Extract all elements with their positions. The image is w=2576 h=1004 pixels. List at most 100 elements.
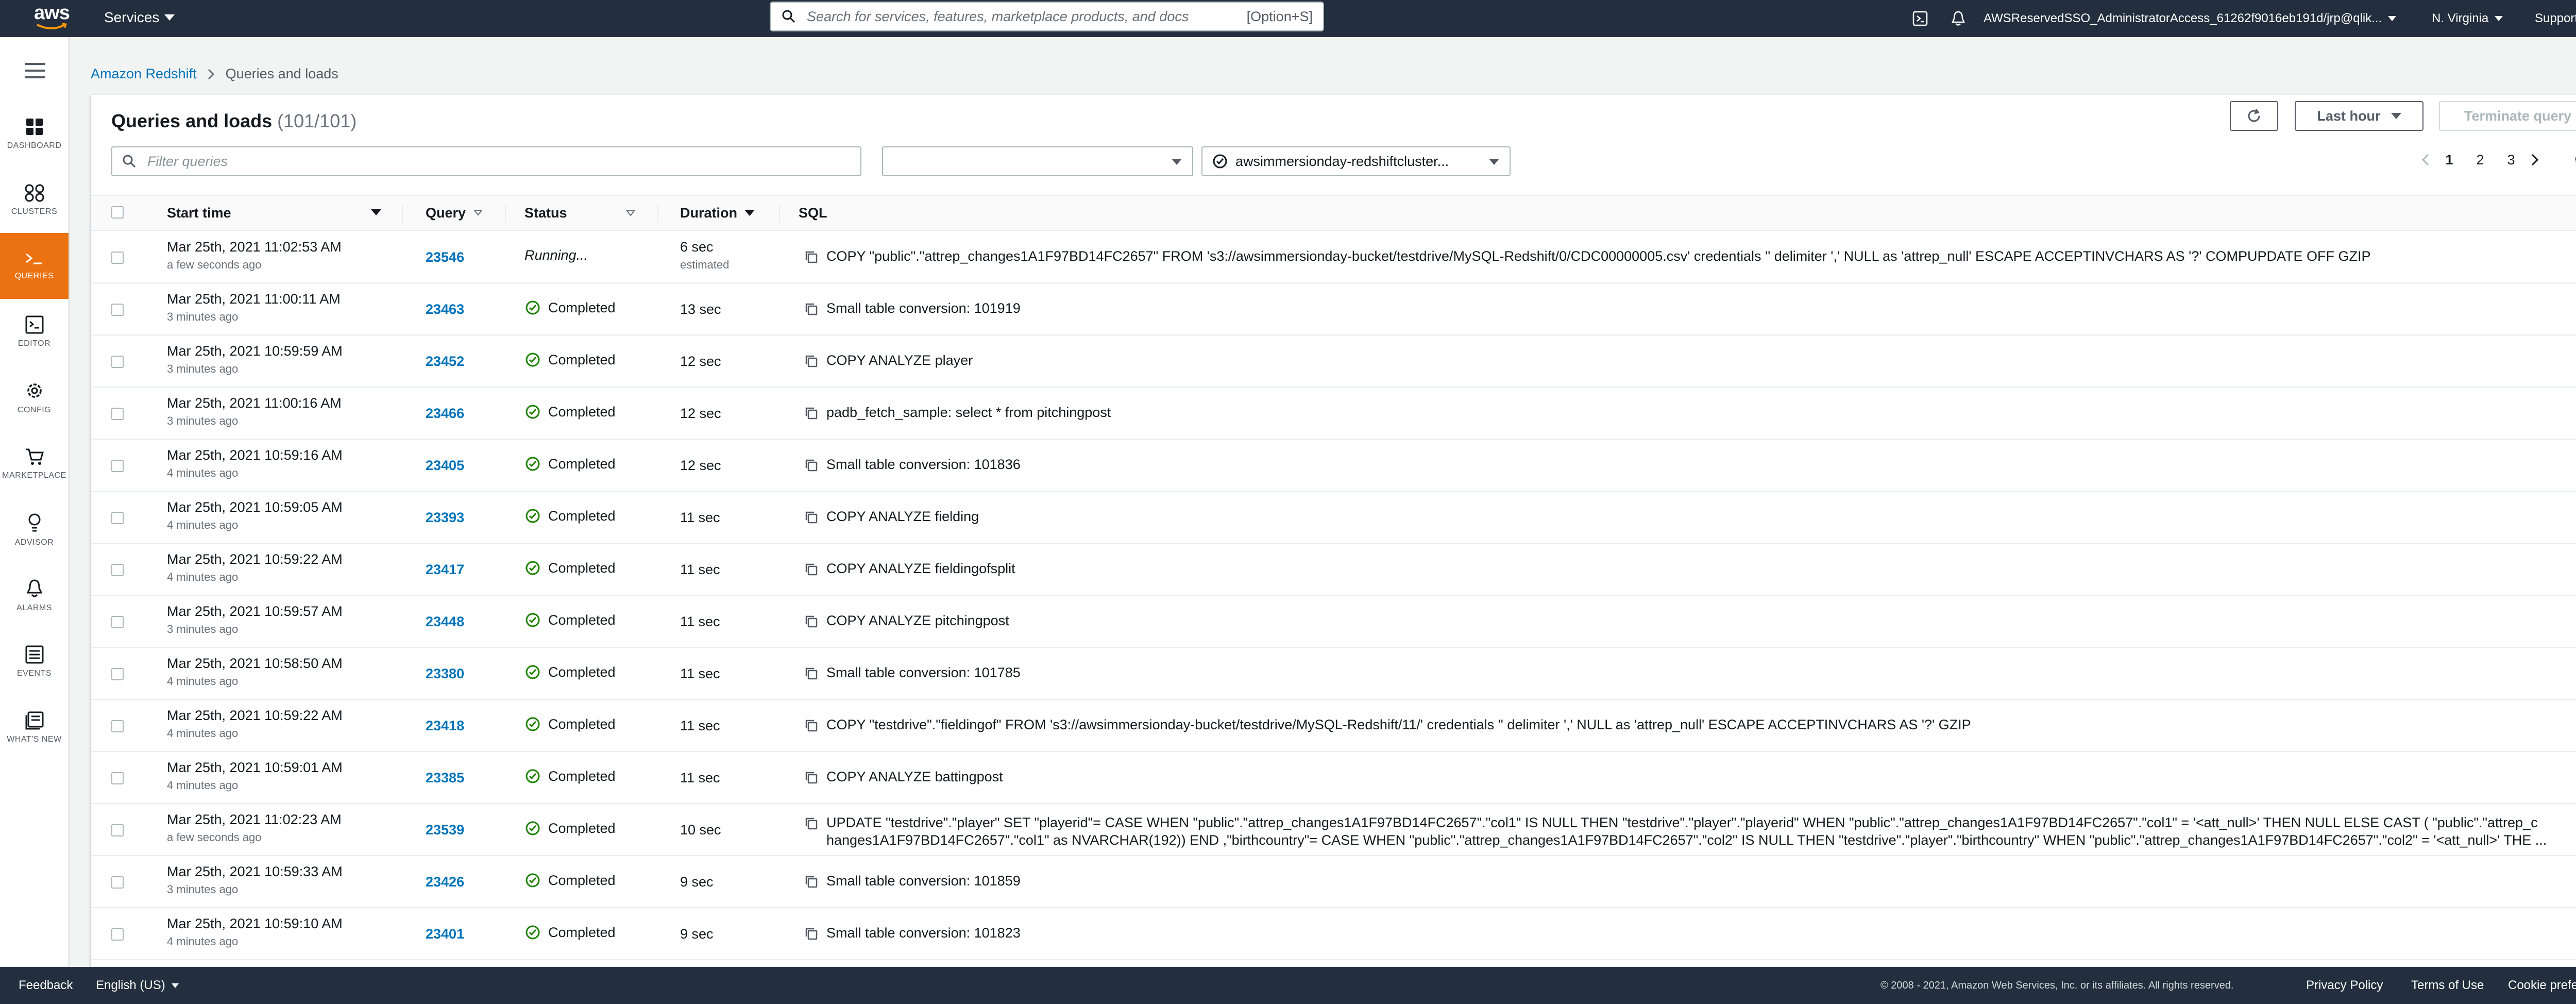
table-row[interactable]: Mar 25th, 2021 10:59:22 AM 4 minutes ago 2… [91,700,2576,752]
query-id-link[interactable]: 23463 [426,302,464,317]
sidebar-item-clusters[interactable]: CLUSTERS [0,167,69,233]
query-id-link[interactable]: 23426 [426,874,464,890]
table-row[interactable]: Mar 25th, 2021 10:59:57 AM 3 minutes ago 2… [91,596,2576,648]
sidebar-item-events[interactable]: EVENTS [0,629,69,695]
settings-gear-icon[interactable] [2573,150,2576,169]
copy-icon[interactable] [805,817,818,830]
column-header-sql[interactable]: SQL [799,196,827,230]
account-menu[interactable]: AWSReservedSSO_AdministratorAccess_61262… [1984,0,2397,37]
services-menu[interactable]: Services [104,9,175,26]
table-row[interactable]: Mar 25th, 2021 10:59:01 AM 4 minutes ago 2… [91,752,2576,804]
sort-icon[interactable] [625,209,636,217]
cookie-preferences-link[interactable]: Cookie preferences [2508,978,2576,993]
page-2[interactable]: 2 [2465,152,2496,168]
column-header-query[interactable]: Query [426,196,483,230]
copy-icon[interactable] [805,459,818,472]
support-menu[interactable]: Support [2535,0,2576,37]
row-checkbox[interactable] [111,408,124,420]
row-checkbox[interactable] [111,252,124,264]
copy-icon[interactable] [805,667,818,680]
row-checkbox[interactable] [111,616,124,628]
region-menu[interactable]: N. Virginia [2432,0,2503,37]
query-id-link[interactable]: 23385 [426,770,464,785]
global-search-input[interactable]: Search for services, features, marketpla… [770,2,1324,31]
row-checkbox[interactable] [111,512,124,524]
row-checkbox[interactable] [111,824,124,836]
row-checkbox[interactable] [111,460,124,472]
copy-icon[interactable] [805,407,818,420]
query-id-link[interactable]: 23380 [426,666,464,681]
filter-queries-input[interactable] [146,153,818,170]
query-id-link[interactable]: 23401 [426,926,464,942]
notifications-button[interactable] [1951,0,1966,37]
row-checkbox[interactable] [111,928,124,941]
copy-icon[interactable] [805,303,818,316]
table-row[interactable]: Mar 25th, 2021 11:00:16 AM 3 minutes ago 2… [91,388,2576,440]
query-id-link[interactable]: 23417 [426,562,464,577]
feedback-link[interactable]: Feedback [19,978,73,993]
sidebar-item-alarms[interactable]: ALARMS [0,563,69,629]
cloudshell-button[interactable] [1912,0,1928,37]
copy-icon[interactable] [805,250,818,264]
sidebar-item-whats-new[interactable]: WHAT'S NEW [0,695,69,761]
column-header-duration[interactable]: Duration [680,196,755,230]
time-range-dropdown[interactable]: Last hour [2295,101,2424,131]
table-row[interactable]: Mar 25th, 2021 11:02:53 AM a few seconds … [91,232,2576,283]
column-header-status[interactable]: Status [524,196,567,230]
table-row[interactable]: Mar 25th, 2021 11:02:23 AM a few seconds … [91,805,2576,856]
copy-icon[interactable] [805,511,818,524]
hamburger-menu-icon[interactable] [25,63,45,78]
query-id-link[interactable]: 23418 [426,718,464,733]
copy-icon[interactable] [805,719,818,732]
privacy-policy-link[interactable]: Privacy Policy [2306,978,2383,993]
row-checkbox[interactable] [111,720,124,732]
row-checkbox[interactable] [111,772,124,784]
sidebar-item-editor[interactable]: EDITOR [0,299,69,365]
sidebar-item-marketplace[interactable]: MARKETPLACE [0,431,69,497]
row-checkbox[interactable] [111,564,124,576]
table-row[interactable]: Mar 25th, 2021 10:59:22 AM 4 minutes ago 2… [91,544,2576,596]
row-checkbox[interactable] [111,876,124,889]
row-checkbox[interactable] [111,304,124,316]
column-header-start-time[interactable]: Start time [167,196,231,230]
table-row[interactable]: Mar 25th, 2021 10:59:10 AM 4 minutes ago 2… [91,909,2576,960]
table-row[interactable]: Mar 25th, 2021 11:00:11 AM 3 minutes ago 2… [91,284,2576,336]
copy-icon[interactable] [805,875,818,889]
query-id-link[interactable]: 23393 [426,510,464,525]
sidebar-item-queries[interactable]: QUERIES [0,233,69,299]
copy-icon[interactable] [805,771,818,784]
query-id-link[interactable]: 23448 [426,614,464,629]
page-3[interactable]: 3 [2496,152,2527,168]
query-id-link[interactable]: 23546 [426,249,464,265]
terms-of-use-link[interactable]: Terms of Use [2411,978,2484,993]
table-row[interactable]: Mar 25th, 2021 10:58:50 AM 4 minutes ago 2… [91,648,2576,700]
row-checkbox[interactable] [111,356,124,368]
terminate-query-button[interactable]: Terminate query [2439,101,2576,131]
select-all-checkbox[interactable] [111,206,124,219]
sidebar-item-dashboard[interactable]: DASHBOARD [0,101,69,167]
sort-caret-icon[interactable] [371,209,381,215]
sidebar-item-advisor[interactable]: ADVISOR [0,497,69,563]
row-checkbox[interactable] [111,668,124,680]
query-id-link[interactable]: 23452 [426,354,464,369]
copy-icon[interactable] [805,615,818,628]
query-id-link[interactable]: 23405 [426,458,464,473]
query-id-link[interactable]: 23466 [426,406,464,421]
language-selector[interactable]: English (US) [96,978,179,993]
sidebar-item-config[interactable]: CONFIG [0,365,69,431]
cluster-select[interactable]: awsimmersionday-redshiftcluster... [1201,146,1511,176]
filter-queries-field[interactable] [111,146,861,176]
chevron-right-icon[interactable] [2527,152,2542,168]
chevron-left-icon[interactable] [2418,152,2434,168]
table-row[interactable]: Mar 25th, 2021 10:59:33 AM 3 minutes ago 2… [91,857,2576,908]
aws-logo[interactable]: aws [34,2,71,33]
copy-icon[interactable] [805,563,818,576]
table-row[interactable]: Mar 25th, 2021 10:59:05 AM 4 minutes ago 2… [91,492,2576,544]
query-id-link[interactable]: 23539 [426,822,464,838]
refresh-button[interactable] [2230,101,2278,131]
copy-icon[interactable] [805,355,818,368]
filter-property-select[interactable] [882,146,1193,176]
copy-icon[interactable] [805,927,818,941]
breadcrumb-link-redshift[interactable]: Amazon Redshift [91,66,197,82]
table-row[interactable]: Mar 25th, 2021 10:59:59 AM 3 minutes ago 2… [91,336,2576,388]
